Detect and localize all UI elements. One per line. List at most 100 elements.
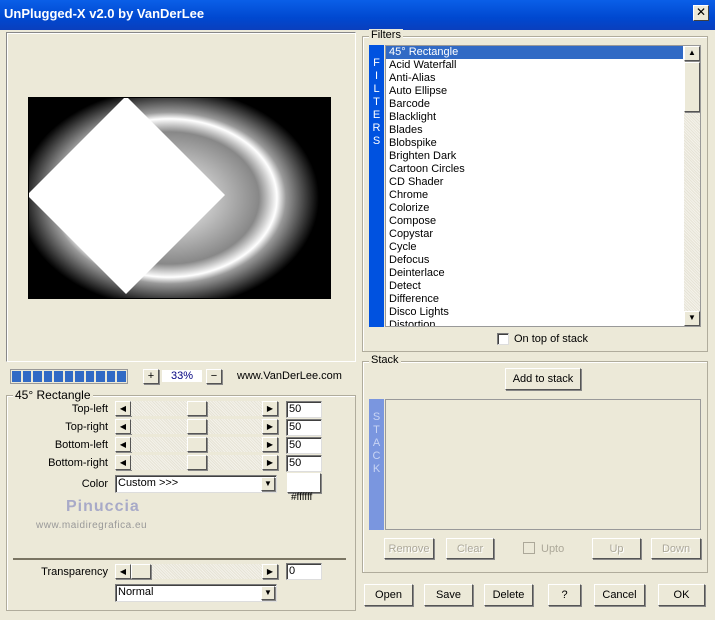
- slider-track[interactable]: [131, 419, 262, 434]
- progress-segment: [85, 371, 95, 382]
- stack-list[interactable]: [385, 399, 701, 530]
- progress-segment: [22, 371, 32, 382]
- slider-value-input[interactable]: 50: [286, 437, 322, 454]
- clear-button[interactable]: Clear: [446, 538, 494, 559]
- filter-item[interactable]: 45° Rectangle: [386, 46, 683, 59]
- progress-segment: [54, 371, 63, 382]
- filters-group-label: Filters: [369, 29, 403, 41]
- scroll-down-arrow[interactable]: ▼: [684, 311, 700, 326]
- preview-image: [28, 97, 331, 299]
- remove-button[interactable]: Remove: [384, 538, 434, 559]
- filters-scrollbar[interactable]: ▲ ▼: [684, 46, 700, 326]
- progress-segment: [117, 371, 127, 382]
- scroll-up-arrow[interactable]: ▲: [684, 46, 700, 61]
- filter-item[interactable]: Auto Ellipse: [386, 85, 683, 98]
- slider-right-arrow[interactable]: ▶: [262, 437, 278, 452]
- slider-value-input[interactable]: 50: [286, 455, 322, 472]
- filter-item[interactable]: Difference: [386, 293, 683, 306]
- slider-thumb[interactable]: [187, 437, 207, 452]
- color-hex: #ffffff: [291, 492, 313, 503]
- zoom-level: 33%: [162, 370, 202, 382]
- on-top-checkbox[interactable]: [497, 333, 509, 345]
- watermark-name: Pinuccia: [66, 498, 140, 515]
- slider-thumb[interactable]: [187, 419, 207, 434]
- close-button[interactable]: ✕: [693, 5, 709, 21]
- slider-left-arrow[interactable]: ◀: [115, 401, 131, 416]
- zoom-in-button[interactable]: +: [143, 369, 159, 384]
- zoom-out-button[interactable]: −: [206, 369, 222, 384]
- open-button[interactable]: Open: [364, 584, 413, 606]
- stack-group-label: Stack: [369, 354, 401, 366]
- cancel-button[interactable]: Cancel: [594, 584, 645, 606]
- slider-label: Top-right: [65, 421, 108, 433]
- filter-item[interactable]: Defocus: [386, 254, 683, 267]
- filter-item[interactable]: Anti-Alias: [386, 72, 683, 85]
- scroll-thumb[interactable]: [684, 62, 700, 112]
- progress-segment: [64, 371, 74, 382]
- delete-button[interactable]: Delete: [484, 584, 533, 606]
- transparency-left-arrow[interactable]: ◀: [115, 564, 131, 579]
- website-link[interactable]: www.VanDerLee.com: [237, 370, 342, 382]
- filter-item[interactable]: Acid Waterfall: [386, 59, 683, 72]
- blend-mode-value: Normal: [118, 586, 154, 598]
- progress-segment: [96, 371, 105, 382]
- preview-panel: [6, 32, 356, 362]
- filter-item[interactable]: Copystar: [386, 228, 683, 241]
- filter-item[interactable]: Colorize: [386, 202, 683, 215]
- slider-value-input[interactable]: 50: [286, 401, 322, 418]
- slider-left-arrow[interactable]: ◀: [115, 419, 131, 434]
- filter-item[interactable]: Disco Lights: [386, 306, 683, 319]
- filter-item[interactable]: Detect: [386, 280, 683, 293]
- slider-thumb[interactable]: [131, 564, 151, 579]
- filter-item[interactable]: Blacklight: [386, 111, 683, 124]
- slider-label: Bottom-right: [48, 457, 108, 469]
- filter-item[interactable]: Barcode: [386, 98, 683, 111]
- slider-track[interactable]: [131, 401, 262, 416]
- filters-list[interactable]: 45° Rectangle Acid Waterfall Anti-Alias Aut…: [385, 45, 701, 327]
- slider-track[interactable]: [131, 455, 262, 470]
- filter-item[interactable]: CD Shader: [386, 176, 683, 189]
- progress-segment: [43, 371, 53, 382]
- ok-button[interactable]: OK: [658, 584, 705, 606]
- filter-item[interactable]: Chrome: [386, 189, 683, 202]
- save-button[interactable]: Save: [424, 584, 473, 606]
- slider-right-arrow[interactable]: ▶: [262, 401, 278, 416]
- slider-left-arrow[interactable]: ◀: [115, 455, 131, 470]
- filter-item[interactable]: Brighten Dark: [386, 150, 683, 163]
- chevron-down-icon: ▼: [261, 586, 275, 600]
- transparency-right-arrow[interactable]: ▶: [262, 564, 278, 579]
- window-title: UnPlugged-X v2.0 by VanDerLee: [4, 6, 205, 21]
- filter-item[interactable]: Cartoon Circles: [386, 163, 683, 176]
- slider-label: Bottom-left: [54, 439, 108, 451]
- filter-item[interactable]: Cycle: [386, 241, 683, 254]
- filter-item[interactable]: Blobspike: [386, 137, 683, 150]
- color-select[interactable]: Custom >>> ▼: [115, 475, 277, 493]
- color-swatch-button[interactable]: [287, 473, 321, 493]
- add-to-stack-button[interactable]: Add to stack: [505, 368, 581, 390]
- transparency-input[interactable]: 0: [286, 563, 322, 580]
- filter-item[interactable]: Compose: [386, 215, 683, 228]
- slider-right-arrow[interactable]: ▶: [262, 455, 278, 470]
- progress-segment: [33, 371, 42, 382]
- filter-item[interactable]: Deinterlace: [386, 267, 683, 280]
- help-button[interactable]: ?: [548, 584, 581, 606]
- slider-thumb[interactable]: [187, 401, 207, 416]
- upto-checkbox[interactable]: [523, 542, 535, 554]
- separator: [13, 558, 346, 560]
- color-select-value: Custom >>>: [118, 477, 179, 489]
- transparency-label: Transparency: [41, 566, 108, 578]
- slider-right-arrow[interactable]: ▶: [262, 419, 278, 434]
- filters-strip: F I L T E R S: [369, 45, 384, 327]
- slider-track[interactable]: [131, 437, 262, 452]
- slider-label: Top-left: [71, 403, 108, 415]
- filter-item[interactable]: Distortion: [386, 319, 683, 326]
- blend-mode-select[interactable]: Normal ▼: [115, 584, 277, 602]
- slider-thumb[interactable]: [187, 455, 207, 470]
- slider-left-arrow[interactable]: ◀: [115, 437, 131, 452]
- transparency-slider[interactable]: [131, 564, 262, 579]
- filter-item[interactable]: Blades: [386, 124, 683, 137]
- down-button[interactable]: Down: [651, 538, 701, 559]
- slider-value-input[interactable]: 50: [286, 419, 322, 436]
- progress-segment: [106, 371, 116, 382]
- up-button[interactable]: Up: [592, 538, 641, 559]
